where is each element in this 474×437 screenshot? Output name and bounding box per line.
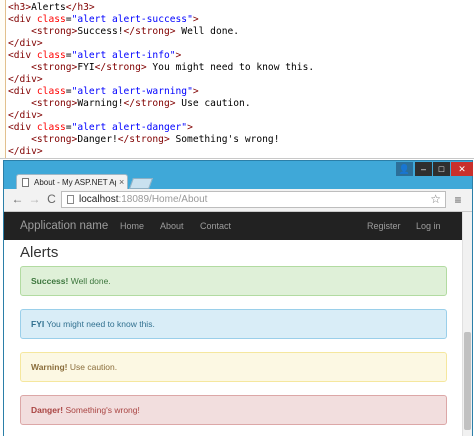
code-token: <div xyxy=(8,86,37,97)
alert-success: Success! Well done. xyxy=(20,266,447,296)
menu-icon[interactable]: ≡ xyxy=(450,192,466,208)
forward-icon[interactable]: → xyxy=(27,191,42,208)
code-token: <strong> xyxy=(8,98,78,109)
site-navbar: Application name Home About Contact Regi… xyxy=(4,212,462,240)
nav-register[interactable]: Register xyxy=(367,212,401,240)
page-title: Alerts xyxy=(20,244,59,261)
code-token: <div xyxy=(8,14,37,25)
nav-contact[interactable]: Contact xyxy=(200,212,231,240)
code-token: </div> xyxy=(8,38,43,49)
url-host: localhost xyxy=(79,194,119,205)
back-icon[interactable]: ← xyxy=(10,191,25,208)
code-token: Something's wrong! xyxy=(169,134,280,145)
reload-icon[interactable]: C xyxy=(44,191,59,208)
code-token: > xyxy=(187,122,193,133)
alert-danger-text: Something's wrong! xyxy=(63,405,140,415)
alert-danger: Danger! Something's wrong! xyxy=(20,395,447,425)
code-token: </strong> xyxy=(94,62,147,73)
alert-info: FYI You might need to know this. xyxy=(20,309,447,339)
vertical-scrollbar[interactable] xyxy=(462,212,472,436)
code-line: <strong>Success!</strong> Well done. xyxy=(8,25,239,39)
code-token: </div> xyxy=(8,110,43,121)
alert-warning-text: Use caution. xyxy=(67,362,118,372)
code-token: <strong> xyxy=(8,62,78,73)
close-tab-icon[interactable]: × xyxy=(119,175,124,189)
nav-login[interactable]: Log in xyxy=(416,212,441,240)
tab-title: About - My ASP.NET App xyxy=(34,178,116,187)
alert-warning: Warning! Use caution. xyxy=(20,352,447,382)
code-token: class xyxy=(36,50,66,61)
code-token: <h3> xyxy=(8,2,32,13)
code-editor[interactable]: <h3>Alerts</h3> <div class="alert alert-s… xyxy=(0,0,474,159)
code-token: </strong> xyxy=(123,26,176,37)
browser-window: 👤 – □ ✕ About - My ASP.NET App × ← → C l… xyxy=(3,160,473,436)
code-token: <div xyxy=(8,50,37,61)
code-line: <strong>Warning!</strong> Use caution. xyxy=(8,97,251,111)
code-token: Warning! xyxy=(77,98,124,109)
alert-warning-strong: Warning! xyxy=(31,362,68,372)
url-path: :18089/Home/About xyxy=(118,194,208,205)
code-token: class xyxy=(36,14,66,25)
new-tab-button[interactable] xyxy=(128,178,154,189)
code-line: <strong>Danger!</strong> Something's wro… xyxy=(8,133,279,147)
code-token: Danger! xyxy=(77,134,118,145)
code-token: FYI xyxy=(77,62,95,73)
code-token: <div xyxy=(8,122,37,133)
code-token: Well done. xyxy=(175,26,240,37)
code-token: > xyxy=(175,50,182,61)
browser-tab[interactable]: About - My ASP.NET App × xyxy=(16,174,128,190)
code-token: "alert alert-info" xyxy=(71,50,176,61)
alert-success-text: Well done. xyxy=(68,276,111,286)
page-viewport: Application name Home About Contact Regi… xyxy=(4,212,472,436)
code-token: "alert alert-danger" xyxy=(71,122,188,133)
code-token: Use caution. xyxy=(175,98,251,109)
code-token: "alert alert-success" xyxy=(71,14,193,25)
nav-about[interactable]: About xyxy=(160,212,184,240)
alert-danger-strong: Danger! xyxy=(31,405,64,415)
code-token: <strong> xyxy=(8,26,78,37)
alert-info-text: You might need to know this. xyxy=(44,319,155,329)
tab-strip: About - My ASP.NET App × xyxy=(4,173,472,190)
code-token: </h3> xyxy=(65,2,95,13)
address-bar[interactable]: localhost:18089/Home/About ☆ xyxy=(61,191,446,208)
editor-gutter xyxy=(0,0,6,158)
code-token: > xyxy=(192,86,199,97)
code-token: </strong> xyxy=(123,98,176,109)
alert-info-strong: FYI xyxy=(31,319,45,329)
scrollbar-thumb[interactable] xyxy=(464,332,471,430)
alert-success-strong: Success! xyxy=(31,276,69,286)
code-token: Success! xyxy=(77,26,124,37)
code-token: </div> xyxy=(8,146,43,157)
code-token: You might need to know this. xyxy=(146,62,315,73)
code-token: > xyxy=(192,14,199,25)
url-text: localhost:18089/Home/About xyxy=(79,192,207,207)
page-icon xyxy=(22,178,29,187)
code-line: <strong>FYI</strong> You might need to k… xyxy=(8,61,314,75)
code-token: </strong> xyxy=(117,134,170,145)
code-line: </div> xyxy=(8,145,43,159)
browser-toolbar: ← → C localhost:18089/Home/About ☆ ≡ xyxy=(4,189,472,212)
code-token: Alerts xyxy=(31,2,66,13)
code-token: class xyxy=(36,86,66,97)
code-token: <strong> xyxy=(8,134,78,145)
code-token: class xyxy=(36,122,66,133)
code-token: "alert alert-warning" xyxy=(71,86,193,97)
nav-home[interactable]: Home xyxy=(120,212,144,240)
brand-link[interactable]: Application name xyxy=(20,212,108,240)
bookmark-star-icon[interactable]: ☆ xyxy=(430,192,441,207)
page-icon xyxy=(67,195,74,204)
code-token: </div> xyxy=(8,74,43,85)
